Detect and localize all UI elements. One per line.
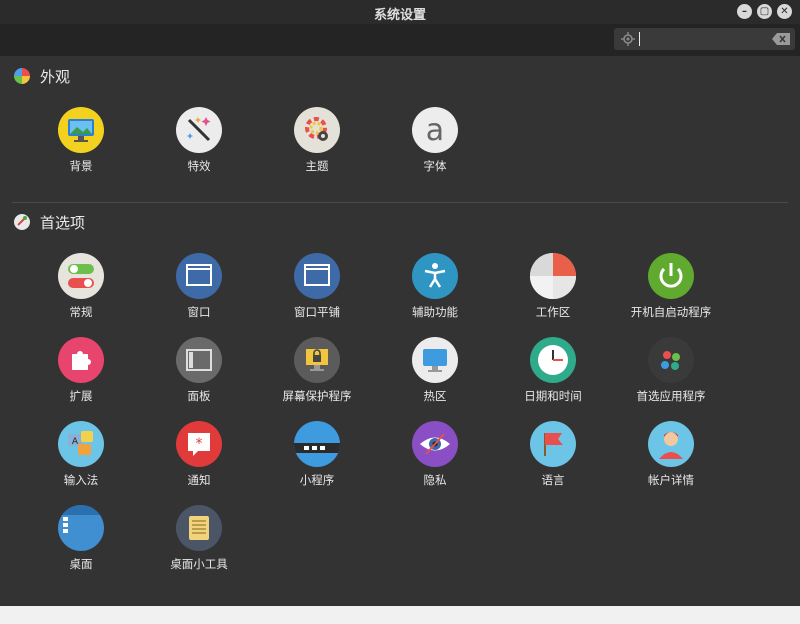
- effects-icon: [176, 107, 222, 153]
- item-label: 背景: [69, 159, 93, 173]
- maximize-button[interactable]: ▢: [757, 4, 772, 19]
- item-label: 主题: [305, 159, 329, 173]
- languages-icon: [530, 421, 576, 467]
- desklets-icon: [176, 505, 222, 551]
- item-effects[interactable]: 特效: [140, 107, 258, 174]
- background-window-strip: [0, 606, 800, 624]
- item-label: 热区: [423, 389, 447, 403]
- item-screensaver[interactable]: 屏幕保护程序: [258, 337, 376, 404]
- item-input-method[interactable]: A 输入法: [22, 421, 140, 488]
- item-label: 面板: [187, 389, 211, 403]
- section-title-appearance: 外观: [40, 68, 71, 86]
- item-workspaces[interactable]: 工作区: [494, 253, 612, 320]
- input-method-icon: A: [58, 421, 104, 467]
- item-background[interactable]: 背景: [22, 107, 140, 174]
- window-tiling-icon: [294, 253, 340, 299]
- item-label: 扩展: [69, 389, 93, 403]
- item-preferred-apps[interactable]: 首选应用程序: [612, 337, 730, 404]
- panel-icon: [176, 337, 222, 383]
- section-divider: [12, 202, 788, 203]
- item-notifications[interactable]: * 通知: [140, 421, 258, 488]
- item-applets[interactable]: 小程序: [258, 421, 376, 488]
- workspaces-icon: [530, 253, 576, 299]
- fonts-icon: a: [412, 107, 458, 153]
- item-general[interactable]: 常规: [22, 253, 140, 320]
- item-label: 辅助功能: [412, 305, 458, 319]
- background-icon: [58, 107, 104, 153]
- accessibility-icon: [412, 253, 458, 299]
- text-caret: [639, 32, 640, 46]
- item-label: 开机自启动程序: [630, 305, 712, 319]
- search-icon: [621, 32, 635, 46]
- item-label: 常规: [69, 305, 93, 319]
- svg-text:*: *: [196, 436, 203, 452]
- general-icon: [58, 253, 104, 299]
- preferences-icon: [14, 214, 30, 230]
- item-label: 通知: [187, 473, 211, 487]
- item-label: 屏幕保护程序: [282, 389, 352, 403]
- item-label: 帐户详情: [648, 473, 694, 487]
- close-button[interactable]: ✕: [777, 4, 792, 19]
- item-account-details[interactable]: 帐户详情: [612, 421, 730, 488]
- item-startup-apps[interactable]: 开机自启动程序: [612, 253, 730, 320]
- item-window-tiling[interactable]: 窗口平铺: [258, 253, 376, 320]
- minimize-button[interactable]: –: [737, 4, 752, 19]
- item-desktop[interactable]: 桌面: [22, 505, 140, 572]
- section-title-preferences: 首选项: [40, 214, 86, 232]
- item-label: 桌面: [69, 557, 93, 571]
- hot-corners-icon: [412, 337, 458, 383]
- screensaver-icon: [294, 337, 340, 383]
- desktop-icon: [58, 505, 104, 551]
- item-themes[interactable]: 主题: [258, 107, 376, 174]
- item-windows[interactable]: 窗口: [140, 253, 258, 320]
- item-label: 小程序: [299, 473, 335, 487]
- item-fonts[interactable]: a 字体: [376, 107, 494, 174]
- search-input[interactable]: [640, 30, 770, 48]
- item-date-time[interactable]: 日期和时间: [494, 337, 612, 404]
- extensions-icon: [58, 337, 104, 383]
- clear-search-icon[interactable]: [772, 33, 790, 45]
- account-details-icon: [648, 421, 694, 467]
- item-label: 首选应用程序: [636, 389, 706, 403]
- search-box[interactable]: [614, 28, 795, 50]
- svg-text:a: a: [426, 113, 444, 148]
- item-hot-corners[interactable]: 热区: [376, 337, 494, 404]
- item-panel[interactable]: 面板: [140, 337, 258, 404]
- item-label: 字体: [423, 159, 447, 173]
- item-label: 隐私: [423, 473, 447, 487]
- notifications-icon: *: [176, 421, 222, 467]
- item-privacy[interactable]: 隐私: [376, 421, 494, 488]
- item-extensions[interactable]: 扩展: [22, 337, 140, 404]
- preferred-apps-icon: [648, 337, 694, 383]
- svg-text:A: A: [72, 437, 79, 447]
- item-label: 日期和时间: [524, 389, 582, 403]
- applets-icon: [294, 421, 340, 467]
- item-label: 桌面小工具: [170, 557, 228, 571]
- item-desklets[interactable]: 桌面小工具: [140, 505, 258, 572]
- item-label: 语言: [541, 473, 565, 487]
- item-label: 特效: [187, 159, 211, 173]
- appearance-icon: [14, 68, 30, 84]
- item-label: 窗口: [187, 305, 211, 319]
- item-languages[interactable]: 语言: [494, 421, 612, 488]
- item-label: 工作区: [535, 305, 571, 319]
- windows-icon: [176, 253, 222, 299]
- item-label: 窗口平铺: [294, 305, 340, 319]
- themes-icon: [294, 107, 340, 153]
- window-title: 系统设置: [373, 8, 426, 23]
- date-time-icon: [530, 337, 576, 383]
- title-bar: 系统设置 – ▢ ✕: [0, 0, 800, 24]
- item-accessibility[interactable]: 辅助功能: [376, 253, 494, 320]
- startup-apps-icon: [648, 253, 694, 299]
- privacy-icon: [412, 421, 458, 467]
- item-label: 输入法: [63, 473, 99, 487]
